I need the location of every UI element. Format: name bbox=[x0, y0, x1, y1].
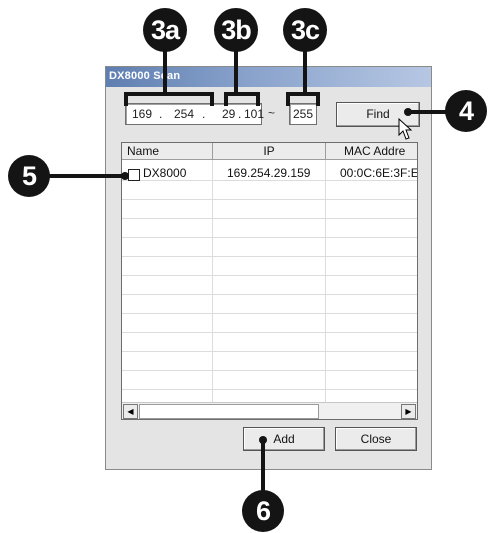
column-header-name-label: Name bbox=[127, 144, 160, 158]
device-list[interactable]: Name IP MAC Addre DX8000 169.254.29.159 … bbox=[121, 142, 418, 420]
callout-leader-line bbox=[408, 110, 448, 114]
end-ip-value[interactable]: 255 bbox=[293, 107, 313, 121]
callout-leader-line bbox=[166, 92, 214, 96]
row-divider bbox=[122, 313, 417, 314]
row-divider bbox=[122, 180, 417, 181]
end-ip-field[interactable]: 255 bbox=[289, 103, 317, 125]
scroll-right-arrow-icon[interactable]: ▶ bbox=[401, 404, 416, 419]
column-header-ip[interactable]: IP bbox=[213, 143, 326, 160]
ip-segment-4[interactable]: 101 bbox=[244, 107, 264, 121]
row-divider bbox=[122, 351, 417, 352]
callout-leader-line bbox=[124, 92, 167, 96]
callout-3b: 3b bbox=[214, 8, 258, 52]
horizontal-scrollbar[interactable]: ◀ ▶ bbox=[122, 402, 417, 419]
callout-leader-line bbox=[163, 50, 167, 94]
row-divider bbox=[122, 256, 417, 257]
add-button[interactable]: Add bbox=[243, 427, 325, 451]
window-title: DX8000 Scan bbox=[109, 70, 181, 82]
column-divider bbox=[212, 160, 213, 402]
title-bar[interactable]: DX8000 Scan bbox=[106, 67, 431, 87]
row-divider bbox=[122, 389, 417, 390]
row-divider bbox=[122, 370, 417, 371]
callout-leader-line bbox=[286, 92, 290, 106]
callout-leader-line bbox=[234, 50, 238, 94]
row-divider bbox=[122, 275, 417, 276]
callout-leader-line bbox=[256, 92, 260, 106]
callout-leader-line bbox=[224, 92, 228, 106]
ip-dot-separator: . bbox=[238, 107, 242, 121]
callout-3a: 3a bbox=[143, 8, 187, 52]
scrollbar-thumb[interactable] bbox=[139, 404, 319, 419]
ip-dot-separator: . bbox=[202, 107, 206, 121]
column-header-ip-label: IP bbox=[263, 144, 275, 158]
cell-mac: 00:0C:6E:3F:E bbox=[340, 166, 418, 180]
callout-anchor-dot bbox=[404, 108, 412, 116]
column-divider bbox=[325, 160, 326, 402]
scroll-left-arrow-icon[interactable]: ◀ bbox=[123, 404, 138, 419]
ip-segment-1[interactable]: 169 bbox=[132, 107, 152, 121]
cell-name: DX8000 bbox=[143, 166, 187, 180]
callout-leader-line bbox=[286, 92, 320, 96]
row-divider bbox=[122, 237, 417, 238]
row-divider bbox=[122, 218, 417, 219]
row-divider bbox=[122, 332, 417, 333]
column-header-mac-label: MAC Addre bbox=[344, 144, 406, 158]
callout-leader-line bbox=[261, 440, 265, 492]
callout-anchor-dot bbox=[121, 172, 129, 180]
column-header-mac[interactable]: MAC Addre bbox=[326, 143, 417, 160]
ip-segment-3[interactable]: 29 bbox=[222, 107, 235, 121]
mouse-cursor-icon bbox=[398, 118, 413, 140]
callout-leader-line bbox=[124, 92, 128, 106]
start-ip-address-field[interactable]: 169 . 254 . 29 . 101 bbox=[125, 103, 264, 125]
callout-6: 6 bbox=[242, 490, 284, 532]
row-divider bbox=[122, 294, 417, 295]
close-button[interactable]: Close bbox=[335, 427, 417, 451]
callout-leader-line bbox=[316, 92, 320, 106]
ip-segment-2[interactable]: 254 bbox=[174, 107, 194, 121]
cell-ip: 169.254.29.159 bbox=[227, 166, 311, 180]
callout-leader-line bbox=[48, 174, 128, 178]
callout-leader-line bbox=[224, 92, 260, 96]
range-separator: ~ bbox=[268, 106, 276, 120]
ip-dot-separator: . bbox=[159, 107, 163, 121]
callout-4: 4 bbox=[445, 90, 487, 132]
column-header-name[interactable]: Name bbox=[122, 143, 213, 160]
callout-5: 5 bbox=[8, 155, 50, 197]
callout-3c: 3c bbox=[283, 8, 327, 52]
callout-leader-line bbox=[303, 50, 307, 94]
row-divider bbox=[122, 199, 417, 200]
device-checkbox[interactable] bbox=[128, 169, 140, 181]
callout-anchor-dot bbox=[259, 436, 267, 444]
